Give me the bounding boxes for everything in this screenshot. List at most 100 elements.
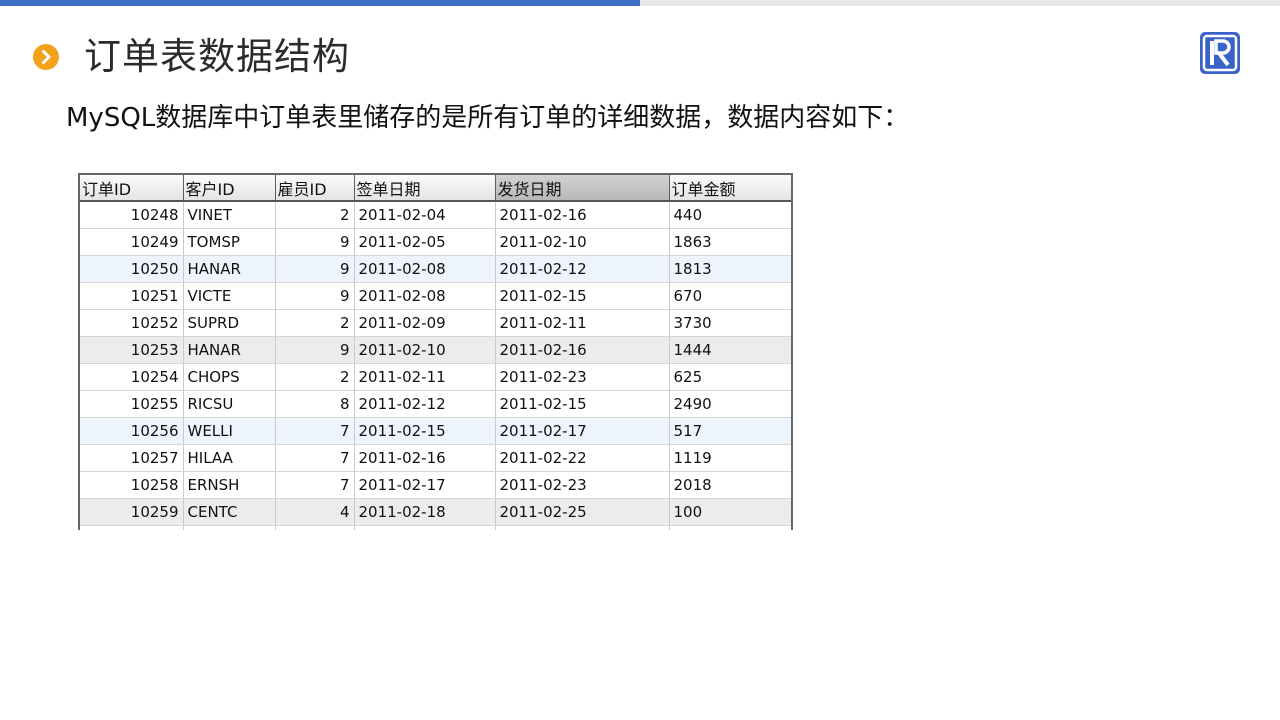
table-row[interactable]: 10258 ERNSH 7 2011-02-17 2011-02-23 2018 [80,471,791,499]
table-cell[interactable]: 8 [275,390,355,418]
slide-progress-track [0,0,1280,6]
table-cell[interactable]: 1119 [669,444,791,472]
table-cell[interactable]: 9 [275,282,355,310]
table-row[interactable]: 10254 CHOPS 2 2011-02-11 2011-02-23 625 [80,363,791,391]
table-cell[interactable]: 2018 [669,471,791,499]
table-cell[interactable]: 10254 [80,363,184,391]
table-cell[interactable]: 2011-02-12 [354,390,496,418]
table-cell-empty [495,525,670,530]
table-cell-empty [80,525,184,530]
table-cell[interactable]: 2011-02-15 [495,390,670,418]
table-cell-empty [183,525,276,530]
table-cell[interactable]: 625 [669,363,791,391]
table-cell[interactable]: 2011-02-08 [354,255,496,283]
table-cell[interactable]: 2011-02-12 [495,255,670,283]
table-cell[interactable]: 10253 [80,336,184,364]
table-cell-empty [275,525,355,530]
table-cell[interactable]: VICTE [183,282,276,310]
table-cell[interactable]: 7 [275,444,355,472]
table-cell[interactable]: 2011-02-05 [354,228,496,256]
table-cell[interactable]: 3730 [669,309,791,337]
table-cell[interactable]: 10251 [80,282,184,310]
table-cell[interactable]: CHOPS [183,363,276,391]
table-cell[interactable]: 2011-02-17 [495,417,670,445]
table-cell[interactable]: 1813 [669,255,791,283]
table-cell[interactable]: 10257 [80,444,184,472]
table-cell[interactable]: 9 [275,336,355,364]
table-cell[interactable]: 2011-02-11 [354,363,496,391]
table-row[interactable]: 10259 CENTC 4 2011-02-18 2011-02-25 100 [80,498,791,526]
table-cell[interactable]: 10259 [80,498,184,526]
table-cell[interactable]: 2011-02-16 [495,201,670,229]
table-cell[interactable]: RICSU [183,390,276,418]
table-cell[interactable]: 2011-02-23 [495,471,670,499]
table-cell[interactable]: WELLI [183,417,276,445]
table-cell[interactable]: 2011-02-15 [495,282,670,310]
column-header[interactable]: 客户ID [183,175,276,202]
table-cell[interactable]: 10252 [80,309,184,337]
table-cell[interactable]: 1863 [669,228,791,256]
table-cell[interactable]: 9 [275,228,355,256]
table-cell[interactable]: 2011-02-18 [354,498,496,526]
table-row[interactable]: 10255 RICSU 8 2011-02-12 2011-02-15 2490 [80,390,791,418]
table-cell[interactable]: TOMSP [183,228,276,256]
slide-progress-fill [0,0,640,6]
table-cell-empty [669,525,791,530]
column-header[interactable]: 雇员ID [275,175,355,202]
table-cell[interactable]: 10258 [80,471,184,499]
table-cell[interactable]: 2011-02-04 [354,201,496,229]
column-header[interactable]: 发货日期 [495,175,670,202]
table-cell[interactable]: HANAR [183,336,276,364]
table-cell[interactable]: 2490 [669,390,791,418]
table-cell[interactable]: 2011-02-11 [495,309,670,337]
table-cell[interactable]: 517 [669,417,791,445]
table-cell[interactable]: 2011-02-16 [354,444,496,472]
table-cell[interactable]: 1444 [669,336,791,364]
table-cell[interactable]: 10250 [80,255,184,283]
table-cell[interactable]: 2011-02-25 [495,498,670,526]
table-cell[interactable]: 2011-02-10 [495,228,670,256]
table-cell[interactable]: HILAA [183,444,276,472]
table-cell[interactable]: 670 [669,282,791,310]
table-cell[interactable]: 10256 [80,417,184,445]
table-cell[interactable]: 2 [275,309,355,337]
column-header[interactable]: 订单金额 [669,175,791,202]
table-row[interactable]: 10250 HANAR 9 2011-02-08 2011-02-12 1813 [80,255,791,283]
table-row[interactable]: 10252 SUPRD 2 2011-02-09 2011-02-11 3730 [80,309,791,337]
table-cell[interactable]: 7 [275,417,355,445]
table-cell[interactable]: 2011-02-23 [495,363,670,391]
table-row[interactable]: 10256 WELLI 7 2011-02-15 2011-02-17 517 [80,417,791,445]
table-cell[interactable]: 2011-02-10 [354,336,496,364]
table-row[interactable]: 10257 HILAA 7 2011-02-16 2011-02-22 1119 [80,444,791,472]
table-row[interactable]: 10253 HANAR 9 2011-02-10 2011-02-16 1444 [80,336,791,364]
table-cell[interactable]: 2 [275,201,355,229]
table-cell[interactable]: HANAR [183,255,276,283]
column-header[interactable]: 签单日期 [354,175,496,202]
table-row[interactable]: 10248 VINET 2 2011-02-04 2011-02-16 440 [80,201,791,229]
table-cell[interactable]: 2011-02-15 [354,417,496,445]
table-cell[interactable]: ERNSH [183,471,276,499]
table-cell[interactable]: 100 [669,498,791,526]
table-cell[interactable]: 4 [275,498,355,526]
table-cell[interactable]: 2011-02-09 [354,309,496,337]
table-row[interactable]: 10249 TOMSP 9 2011-02-05 2011-02-10 1863 [80,228,791,256]
table-cell[interactable]: CENTC [183,498,276,526]
table-cell[interactable]: SUPRD [183,309,276,337]
table-cell[interactable]: 10248 [80,201,184,229]
table-cell[interactable]: 10249 [80,228,184,256]
table-cell[interactable]: 2011-02-16 [495,336,670,364]
table-cell[interactable]: 2011-02-08 [354,282,496,310]
table-cell-empty [354,525,496,530]
slide-subtitle: MySQL数据库中订单表里储存的是所有订单的详细数据，数据内容如下： [66,103,910,133]
table-cell[interactable]: 2011-02-22 [495,444,670,472]
table-cell[interactable]: 7 [275,471,355,499]
table-cell[interactable]: 10255 [80,390,184,418]
page-title: 订单表数据结构 [84,35,350,78]
table-row[interactable]: 10251 VICTE 9 2011-02-08 2011-02-15 670 [80,282,791,310]
column-header[interactable]: 订单ID [80,175,184,202]
table-cell[interactable]: 440 [669,201,791,229]
table-cell[interactable]: VINET [183,201,276,229]
table-cell[interactable]: 9 [275,255,355,283]
table-cell[interactable]: 2 [275,363,355,391]
table-cell[interactable]: 2011-02-17 [354,471,496,499]
